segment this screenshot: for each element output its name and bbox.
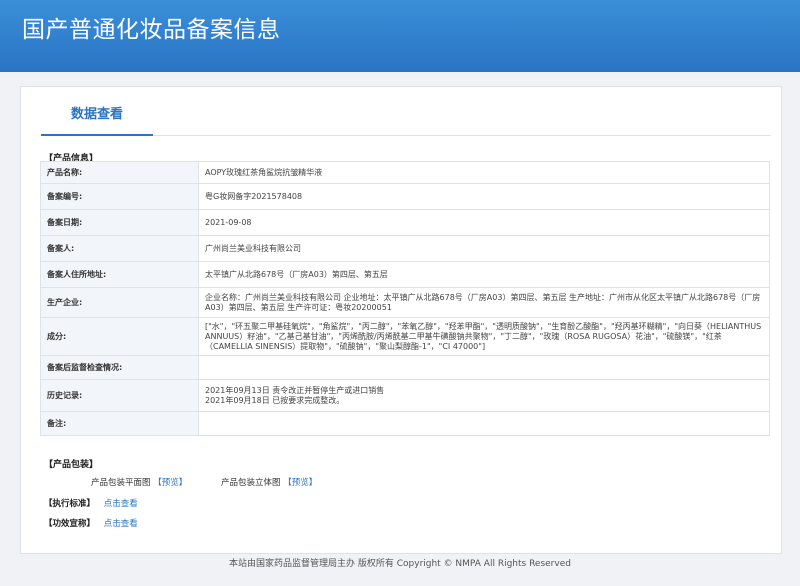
row-value-record-date: 2021-09-08: [198, 209, 770, 236]
page-title: 国产普通化妆品备案信息: [22, 17, 281, 43]
row-label: 备案日期:: [40, 209, 199, 236]
row-value-registrant: 广州尚兰美业科技有限公司: [198, 235, 770, 262]
row-label: 备案编号:: [40, 183, 199, 210]
content-card: 数据查看 【产品信息】 产品名称: AOPY玫瑰红茶角鲨烷抗皱精华液 备案编号:…: [20, 86, 782, 554]
tab-bar: 数据查看: [41, 101, 771, 136]
page-footer: 本站由国家药品监督管理局主办 版权所有 Copyright © NMPA All…: [229, 559, 571, 569]
row-label: 成分:: [40, 317, 199, 356]
row-value-supervision: [198, 355, 770, 380]
package-solid-label: 产品包装立体图: [221, 478, 281, 488]
table-row: 备案后监督检查情况:: [40, 355, 770, 380]
section-package-heading: 【产品包装】: [44, 460, 99, 470]
tab-data-view[interactable]: 数据查看: [41, 101, 153, 136]
table-row: 产品名称: AOPY玫瑰红茶角鲨烷抗皱精华液: [40, 161, 770, 184]
row-label: 生产企业:: [40, 287, 199, 318]
product-info-table: 产品名称: AOPY玫瑰红茶角鲨烷抗皱精华液 备案编号: 粤G妆网备字20215…: [40, 161, 770, 436]
row-value-ingredients: ["水"，"环五聚二甲基硅氧烷"，"角鲨烷"，"丙二醇"，"苯氧乙醇"，"羟苯甲…: [198, 317, 770, 356]
table-row: 备案日期: 2021-09-08: [40, 209, 770, 236]
table-row: 成分: ["水"，"环五聚二甲基硅氧烷"，"角鲨烷"，"丙二醇"，"苯氧乙醇"，…: [40, 317, 770, 356]
row-label: 历史记录:: [40, 379, 199, 412]
row-label: 备注:: [40, 411, 199, 436]
efficacy-label: 【功效宣称】: [44, 519, 96, 529]
standard-row: 【执行标准】 点击查看: [44, 497, 138, 509]
efficacy-view-link[interactable]: 点击查看: [104, 519, 138, 529]
table-row: 备注:: [40, 411, 770, 436]
row-value-product-name: AOPY玫瑰红茶角鲨烷抗皱精华液: [198, 161, 770, 184]
package-solid-row: 产品包装立体图 【预览】: [221, 476, 317, 488]
row-label: 备案人:: [40, 235, 199, 262]
package-flat-row: 产品包装平面图 【预览】: [91, 476, 187, 488]
package-flat-label: 产品包装平面图: [91, 478, 151, 488]
row-value-history: 2021年09月13日 责令改正并暂停生产或进口销售 2021年09月18日 已…: [198, 379, 770, 412]
row-label: 备案人住所地址:: [40, 261, 199, 288]
standard-view-link[interactable]: 点击查看: [104, 499, 138, 509]
row-value-registrant-address: 太平镇广从北路678号（厂房A03）第四层、第五层: [198, 261, 770, 288]
row-value-record-number: 粤G妆网备字2021578408: [198, 183, 770, 210]
table-row: 历史记录: 2021年09月13日 责令改正并暂停生产或进口销售 2021年09…: [40, 379, 770, 412]
standard-label: 【执行标准】: [44, 499, 96, 509]
table-row: 备案编号: 粤G妆网备字2021578408: [40, 183, 770, 210]
row-value-remarks: [198, 411, 770, 436]
table-row: 备案人: 广州尚兰美业科技有限公司: [40, 235, 770, 262]
package-flat-preview-link[interactable]: 【预览】: [153, 478, 187, 488]
page-header: 国产普通化妆品备案信息: [0, 0, 800, 72]
package-solid-preview-link[interactable]: 【预览】: [283, 478, 317, 488]
row-value-manufacturer: 企业名称：广州尚兰美业科技有限公司 企业地址：太平镇广从北路678号（厂房A03…: [198, 287, 770, 318]
efficacy-row: 【功效宣称】 点击查看: [44, 517, 138, 529]
table-row: 备案人住所地址: 太平镇广从北路678号（厂房A03）第四层、第五层: [40, 261, 770, 288]
table-row: 生产企业: 企业名称：广州尚兰美业科技有限公司 企业地址：太平镇广从北路678号…: [40, 287, 770, 318]
row-label: 产品名称:: [40, 161, 199, 184]
row-label: 备案后监督检查情况:: [40, 355, 199, 380]
